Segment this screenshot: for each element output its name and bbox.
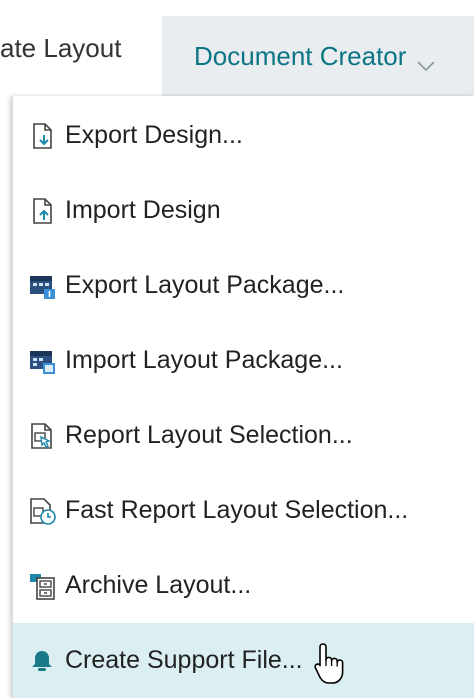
hand-pointer-cursor-icon [312, 640, 348, 686]
tab-create-layout-label: ate Layout [0, 32, 122, 63]
menu-bar: ate Layout Document Creator [0, 0, 474, 96]
import-design-icon [27, 196, 57, 226]
menu-item-export-layout-package[interactable]: Export Layout Package... [13, 248, 474, 323]
fast-report-layout-icon [27, 496, 57, 526]
menu-item-label: Fast Report Layout Selection... [65, 496, 409, 524]
chevron-down-icon [416, 49, 436, 72]
tab-create-layout[interactable]: ate Layout [0, 0, 166, 96]
export-design-icon [27, 121, 57, 151]
menu-item-label: Report Layout Selection... [65, 421, 353, 449]
menu-item-fast-report-layout-selection[interactable]: Fast Report Layout Selection... [13, 473, 474, 548]
export-package-icon [27, 271, 57, 301]
menu-item-label: Create Support File... [65, 646, 303, 674]
import-package-icon [27, 346, 57, 376]
bell-icon [27, 646, 57, 676]
menu-item-label: Import Design [65, 196, 221, 224]
archive-icon [27, 571, 57, 601]
menu-item-export-design[interactable]: Export Design... [13, 98, 474, 173]
document-creator-dropdown: Export Design... Import Design Export La… [12, 96, 474, 698]
menu-item-import-layout-package[interactable]: Import Layout Package... [13, 323, 474, 398]
menu-item-archive-layout[interactable]: Archive Layout... [13, 548, 474, 623]
tab-document-creator[interactable]: Document Creator [162, 16, 474, 96]
menu-item-label: Export Design... [65, 121, 243, 149]
menu-item-label: Export Layout Package... [65, 271, 345, 299]
menu-item-label: Archive Layout... [65, 571, 252, 599]
tab-document-creator-label: Document Creator [194, 40, 407, 71]
menu-item-report-layout-selection[interactable]: Report Layout Selection... [13, 398, 474, 473]
menu-item-create-support-file[interactable]: Create Support File... [13, 623, 474, 698]
menu-item-label: Import Layout Package... [65, 346, 343, 374]
report-layout-icon [27, 421, 57, 451]
menu-item-import-design[interactable]: Import Design [13, 173, 474, 248]
